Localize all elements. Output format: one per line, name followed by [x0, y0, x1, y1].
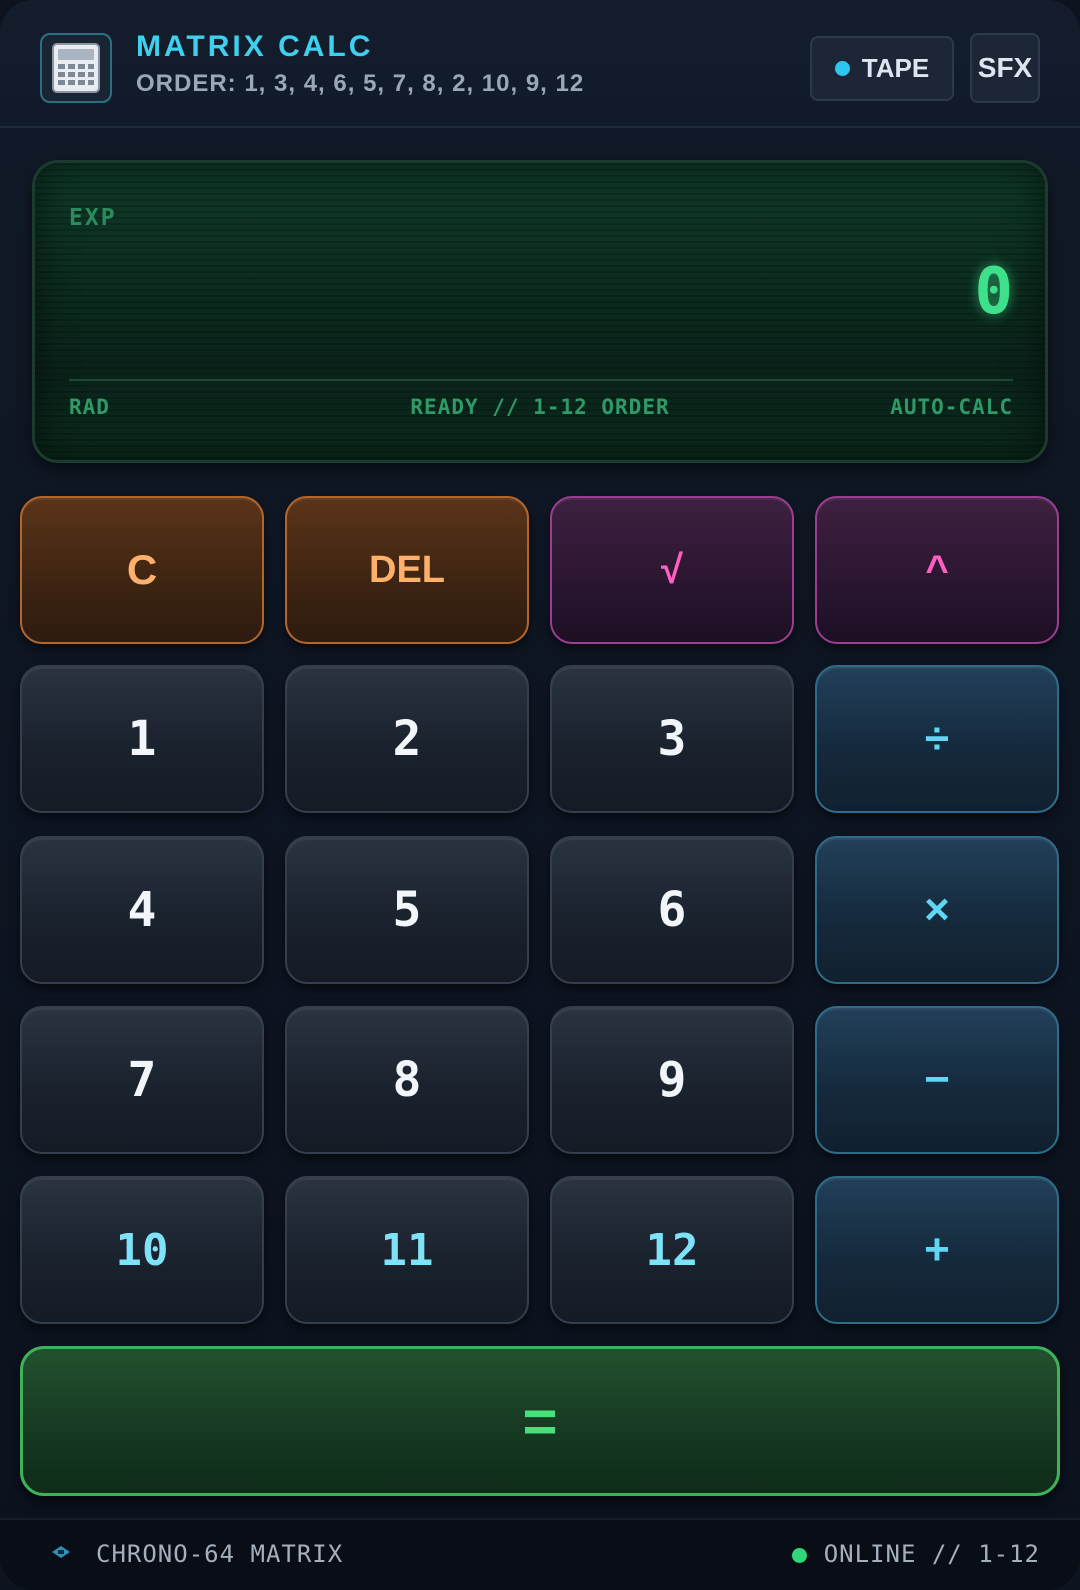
equals-button[interactable]: = — [20, 1346, 1060, 1496]
digit-7-button[interactable]: 7 — [20, 1006, 264, 1154]
order-subtitle: ORDER: 1, 3, 4, 6, 5, 7, 8, 2, 10, 9, 12 — [136, 70, 585, 97]
number-10-button[interactable]: 10 — [20, 1176, 264, 1324]
divide-button[interactable]: ÷ — [815, 665, 1059, 813]
add-button[interactable]: + — [815, 1176, 1059, 1324]
clear-button[interactable]: C — [20, 496, 264, 644]
digit-2-button[interactable]: 2 — [285, 665, 529, 813]
number-11-button[interactable]: 11 — [285, 1176, 529, 1324]
sfx-button[interactable]: SFX — [970, 33, 1040, 103]
tape-status-dot-icon — [834, 61, 850, 76]
app-title: MATRIX CALC — [136, 30, 374, 63]
digit-4-button[interactable]: 4 — [20, 836, 264, 984]
online-dot-icon — [792, 1548, 807, 1563]
tape-button[interactable]: TAPE — [810, 36, 954, 101]
chip-icon — [52, 1546, 70, 1558]
digit-1-button[interactable]: 1 — [20, 665, 264, 813]
expression-label: EXP — [69, 205, 117, 231]
delete-button[interactable]: DEL — [285, 496, 529, 644]
digit-5-button[interactable]: 5 — [285, 836, 529, 984]
digit-3-button[interactable]: 3 — [550, 665, 794, 813]
digit-6-button[interactable]: 6 — [550, 836, 794, 984]
display-divider — [69, 379, 1013, 381]
calculator-display: EXP 0 RAD READY // 1-12 ORDER AUTO-CALC — [32, 160, 1048, 463]
digit-8-button[interactable]: 8 — [285, 1006, 529, 1154]
status-footer: CHRONO-64 MATRIX ONLINE // 1-12 — [0, 1518, 1080, 1590]
subtract-button[interactable]: − — [815, 1006, 1059, 1154]
calculator-app: MATRIX CALC ORDER: 1, 3, 4, 6, 5, 7, 8, … — [0, 0, 1080, 1590]
calc-mode-indicator: AUTO-CALC — [890, 395, 1013, 419]
header: MATRIX CALC ORDER: 1, 3, 4, 6, 5, 7, 8, … — [0, 0, 1080, 128]
multiply-button[interactable]: × — [815, 836, 1059, 984]
power-button[interactable]: ^ — [815, 496, 1059, 644]
online-status: ONLINE // 1-12 — [823, 1540, 1040, 1568]
display-value: 0 — [974, 255, 1013, 329]
sqrt-button[interactable]: √ — [550, 496, 794, 644]
digit-9-button[interactable]: 9 — [550, 1006, 794, 1154]
number-12-button[interactable]: 12 — [550, 1176, 794, 1324]
tape-label: TAPE — [861, 53, 930, 83]
calculator-icon — [40, 33, 112, 103]
device-name: CHRONO-64 MATRIX — [96, 1540, 344, 1568]
